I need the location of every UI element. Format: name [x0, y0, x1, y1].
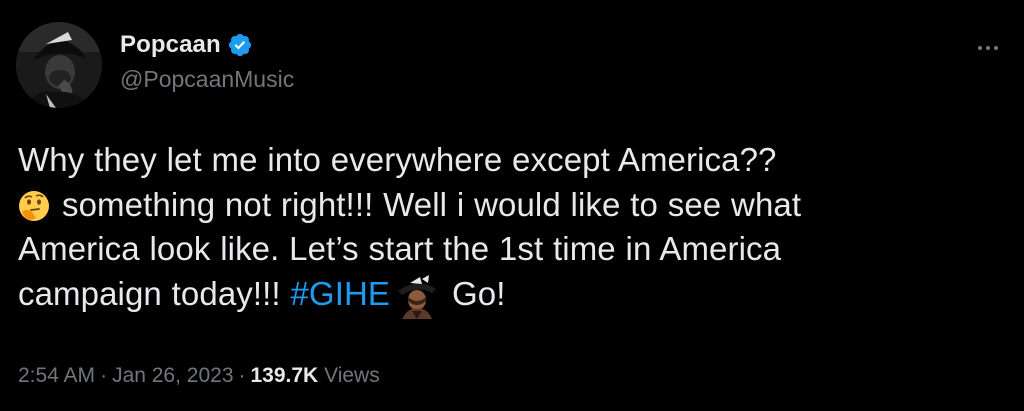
- tweet-meta: 2:54 AM · Jan 26, 2023 · 139.7K Views: [18, 364, 380, 388]
- tweet-line-4-end: Go!: [452, 274, 506, 312]
- views-count[interactable]: 139.7K: [251, 364, 319, 387]
- meta-separator: ·: [100, 364, 108, 387]
- avatar-photo-icon: [16, 22, 102, 108]
- avatar[interactable]: [16, 22, 102, 108]
- more-options-button[interactable]: [968, 38, 1008, 58]
- tweet-line-2: something not right!!! Well i would like…: [18, 183, 1008, 228]
- display-name[interactable]: Popcaan: [120, 31, 221, 59]
- more-dots-icon: [978, 46, 982, 50]
- tweet-line-4: campaign today!!! #GIHE Go!: [18, 272, 1008, 319]
- hashtag-link[interactable]: #GIHE: [290, 275, 390, 312]
- tweet-text: Why they let me into everywhere except A…: [18, 138, 1008, 319]
- tweet-line-2-text: something not right!!! Well i would like…: [62, 185, 802, 223]
- tweet-time[interactable]: 2:54 AM: [18, 364, 95, 387]
- tweet-line-3: America look like. Let’s start the 1st t…: [18, 230, 782, 267]
- thinking-face-emoji-icon: [19, 190, 49, 221]
- tweet-header: Popcaan @PopcaanMusic: [120, 30, 294, 93]
- more-dot: [994, 46, 998, 50]
- views-label: Views: [324, 364, 380, 387]
- verified-badge-icon[interactable]: [227, 32, 253, 58]
- tweet-line-4-text: campaign today!!!: [18, 274, 291, 312]
- tweet-date[interactable]: Jan 26, 2023: [112, 364, 233, 387]
- user-handle[interactable]: @PopcaanMusic: [120, 66, 294, 93]
- custom-character-emoji-icon: [398, 274, 437, 319]
- tweet-line-1: Why they let me into everywhere except A…: [18, 141, 777, 178]
- meta-separator: ·: [238, 364, 246, 387]
- tweet-card: Popcaan @PopcaanMusic Why they let me in…: [0, 0, 1024, 411]
- name-row: Popcaan: [120, 30, 294, 60]
- more-dot: [986, 46, 990, 50]
